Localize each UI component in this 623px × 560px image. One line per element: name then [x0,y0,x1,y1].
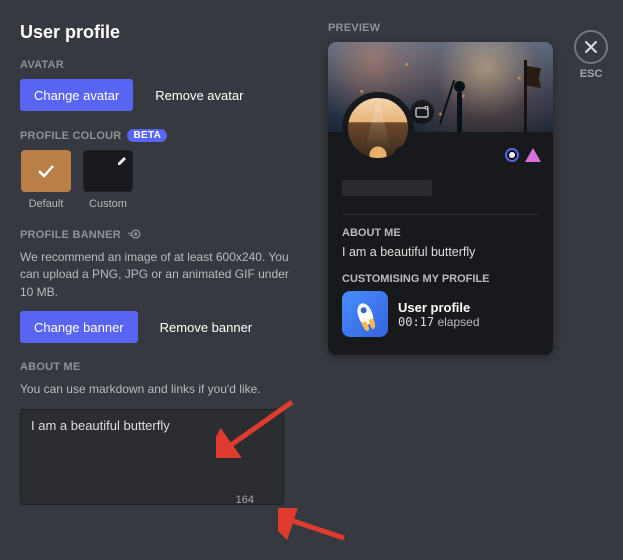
about-me-input[interactable] [20,409,284,505]
profile-banner-label-text: PROFILE BANNER [20,229,121,241]
preview-about-text: I am a beautiful butterfly [342,245,539,259]
preview-about-label: ABOUT ME [342,227,539,239]
remove-banner-button[interactable]: Remove banner [146,311,267,343]
close-button[interactable] [574,30,608,64]
profile-badges [505,148,541,162]
about-me-section-label: ABOUT ME [20,361,310,373]
change-avatar-button[interactable]: Change avatar [20,79,133,111]
pencil-icon [116,155,128,167]
colour-swatch-default-label: Default [29,198,64,210]
about-me-char-count: 164 [236,494,254,506]
change-banner-button[interactable]: Change banner [20,311,138,343]
status-indicator [394,146,412,164]
remove-avatar-button[interactable]: Remove avatar [141,79,257,111]
activity-elapsed: 00:17 elapsed [398,315,480,329]
close-icon [584,40,598,54]
image-upload-icon [415,106,429,118]
banner-silhouette-decoration [445,74,475,132]
nitro-icon [127,228,140,241]
activity-icon [342,291,388,337]
profile-banner-section-label: PROFILE BANNER [20,228,310,241]
colour-swatch-default[interactable] [21,150,71,192]
banner-flag-decoration [524,60,527,132]
preview-section-label: PREVIEW [328,22,553,34]
activity-elapsed-suffix: elapsed [434,315,479,329]
check-icon [37,164,55,178]
preview-card: ABOUT ME I am a beautiful butterfly CUST… [328,42,553,355]
badge-circle-icon [505,148,519,162]
avatar-section-label: AVATAR [20,59,310,71]
badge-triangle-icon [525,148,541,162]
colour-swatch-custom-label: Custom [89,198,127,210]
colour-swatch-custom[interactable] [83,150,133,192]
beta-badge: BETA [127,129,167,142]
profile-colour-section-label: PROFILE COLOUR BETA [20,129,310,142]
profile-colour-label-text: PROFILE COLOUR [20,130,121,142]
banner-helper-text: We recommend an image of at least 600x24… [20,249,300,301]
divider [342,214,539,215]
close-label: ESC [580,68,603,80]
activity-elapsed-time: 00:17 [398,315,434,329]
preview-customising-label: CUSTOMISING MY PROFILE [342,273,539,285]
preview-username [342,180,432,196]
activity-title: User profile [398,300,480,315]
about-me-helper-text: You can use markdown and links if you'd … [20,381,300,398]
edit-banner-button[interactable] [410,100,434,124]
page-title: User profile [20,22,310,43]
rocket-icon [355,301,376,326]
